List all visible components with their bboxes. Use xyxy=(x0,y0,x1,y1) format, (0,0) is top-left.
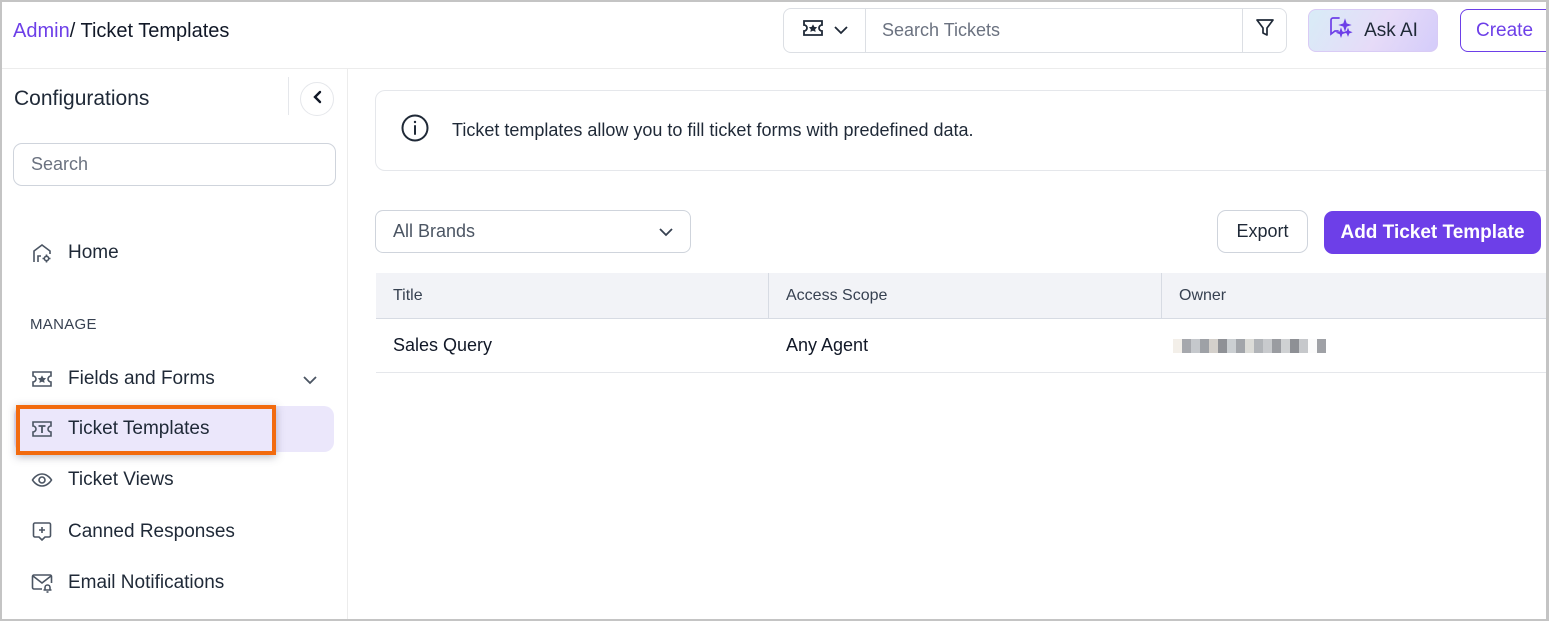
column-header-access-scope[interactable]: Access Scope xyxy=(769,273,1162,318)
sidebar-item-label: Canned Responses xyxy=(68,521,235,542)
sidebar-item-fields-and-forms[interactable]: Fields and Forms xyxy=(14,356,334,402)
cell-access-scope: Any Agent xyxy=(786,335,869,355)
breadcrumb: Admin/ Ticket Templates xyxy=(13,20,229,43)
collapse-sidebar-button[interactable] xyxy=(300,82,334,116)
export-button[interactable]: Export xyxy=(1217,210,1308,253)
sidebar-item-label: Ticket Templates xyxy=(68,418,210,439)
column-header-owner[interactable]: Owner xyxy=(1162,273,1549,318)
create-button[interactable]: Create xyxy=(1460,9,1549,52)
sidebar-title: Configurations xyxy=(14,87,150,110)
home-gear-icon xyxy=(30,241,54,265)
ticket-template-icon xyxy=(30,417,54,441)
info-icon xyxy=(400,113,430,148)
filter-button[interactable] xyxy=(1242,9,1286,52)
owner-redacted-blur xyxy=(1173,338,1326,353)
sidebar-search-input[interactable] xyxy=(13,143,336,186)
ask-ai-label: Ask AI xyxy=(1364,19,1418,41)
ticket-search-group xyxy=(783,8,1287,53)
chevron-down-icon[interactable] xyxy=(302,369,318,391)
breadcrumb-separator: / xyxy=(69,20,81,42)
sidebar-divider xyxy=(288,77,289,115)
ticket-icon xyxy=(802,19,824,42)
filter-icon xyxy=(1255,18,1275,43)
table-row[interactable]: Sales Query Any Agent xyxy=(376,319,1549,373)
chat-plus-icon xyxy=(30,520,54,544)
info-banner: Ticket templates allow you to fill ticke… xyxy=(375,90,1549,171)
ai-sparkle-chat-icon xyxy=(1328,15,1354,47)
sidebar-item-home[interactable]: Home xyxy=(14,230,334,276)
ticket-star-icon xyxy=(30,367,54,391)
sidebar-item-canned-responses[interactable]: Canned Responses xyxy=(14,509,334,555)
info-text: Ticket templates allow you to fill ticke… xyxy=(452,120,974,140)
cell-owner xyxy=(1162,319,1549,372)
sidebar-item-label: Email Notifications xyxy=(68,572,225,593)
breadcrumb-current: Ticket Templates xyxy=(80,20,230,42)
section-label-manage: MANAGE xyxy=(30,316,97,333)
brand-filter-select[interactable]: All Brands xyxy=(375,210,691,253)
chevron-down-icon xyxy=(659,221,673,242)
sidebar-item-label: Ticket Views xyxy=(68,469,174,490)
search-type-picker[interactable] xyxy=(784,9,866,52)
table-header: Title Access Scope Owner xyxy=(376,273,1549,319)
add-ticket-template-button[interactable]: Add Ticket Template xyxy=(1324,211,1541,254)
configurations-sidebar: Configurations Home MANAGE Fields and Fo… xyxy=(0,69,348,621)
chevron-down-icon xyxy=(833,22,848,40)
chevron-left-icon xyxy=(312,90,322,109)
ask-ai-button[interactable]: Ask AI xyxy=(1308,9,1438,52)
top-header: Admin/ Ticket Templates Ask AI Create xyxy=(0,0,1549,69)
sidebar-item-ticket-views[interactable]: Ticket Views xyxy=(14,457,334,503)
breadcrumb-admin-link[interactable]: Admin xyxy=(13,20,70,42)
sidebar-item-ticket-templates[interactable]: Ticket Templates xyxy=(14,406,334,452)
sidebar-item-email-notifications[interactable]: Email Notifications xyxy=(14,560,334,606)
column-header-title[interactable]: Title xyxy=(376,273,769,318)
sidebar-item-label: Home xyxy=(68,242,119,263)
cell-title[interactable]: Sales Query xyxy=(376,319,769,372)
mail-bell-icon xyxy=(30,571,54,595)
ticket-search-input[interactable] xyxy=(866,9,1242,52)
ticket-templates-table: Title Access Scope Owner Sales Query Any… xyxy=(376,273,1549,373)
eye-icon xyxy=(30,468,54,492)
brand-filter-value: All Brands xyxy=(393,221,476,241)
sidebar-item-label: Fields and Forms xyxy=(68,368,215,389)
